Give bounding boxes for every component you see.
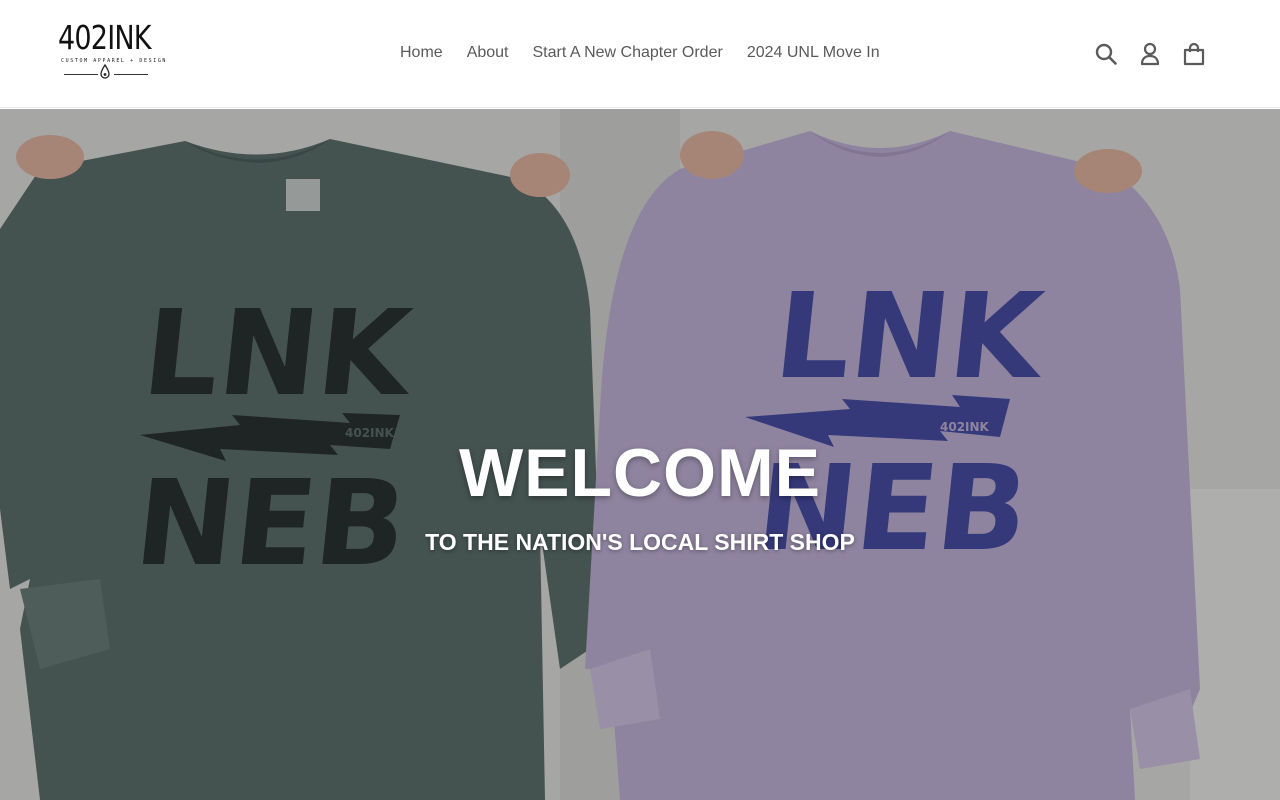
search-button[interactable] xyxy=(1084,36,1128,72)
account-icon xyxy=(1140,42,1160,66)
nav-home[interactable]: Home xyxy=(388,36,455,70)
search-icon xyxy=(1095,43,1117,65)
logo-wordmark: 402INK xyxy=(58,18,152,57)
ink-drop-icon xyxy=(100,64,110,79)
nav-chapter-order[interactable]: Start A New Chapter Order xyxy=(521,36,735,70)
account-button[interactable] xyxy=(1128,36,1172,72)
cart-button[interactable] xyxy=(1172,36,1216,72)
brand-logo[interactable]: 402INK CUSTOM APPAREL + DESIGN xyxy=(56,18,165,82)
logo-tagline: CUSTOM APPAREL + DESIGN xyxy=(61,58,168,64)
nav-unl-move-in[interactable]: 2024 UNL Move In xyxy=(735,36,892,70)
hero-subtitle: TO THE NATION'S LOCAL SHIRT SHOP xyxy=(425,529,855,555)
cart-icon xyxy=(1183,42,1205,66)
site-header: 402INK CUSTOM APPAREL + DESIGN Home Abou… xyxy=(0,0,1280,108)
nav-about[interactable]: About xyxy=(455,36,521,70)
logo-rule-right xyxy=(114,74,148,75)
hero-title: WELCOME xyxy=(458,435,822,511)
logo-rule-left xyxy=(64,74,98,75)
hero-banner: LNK 402INK NEB LNK 402INK NEB WELCOME TO… xyxy=(0,109,1280,800)
main-nav: Home About Start A New Chapter Order 202… xyxy=(388,36,892,70)
header-icons xyxy=(1084,36,1216,72)
